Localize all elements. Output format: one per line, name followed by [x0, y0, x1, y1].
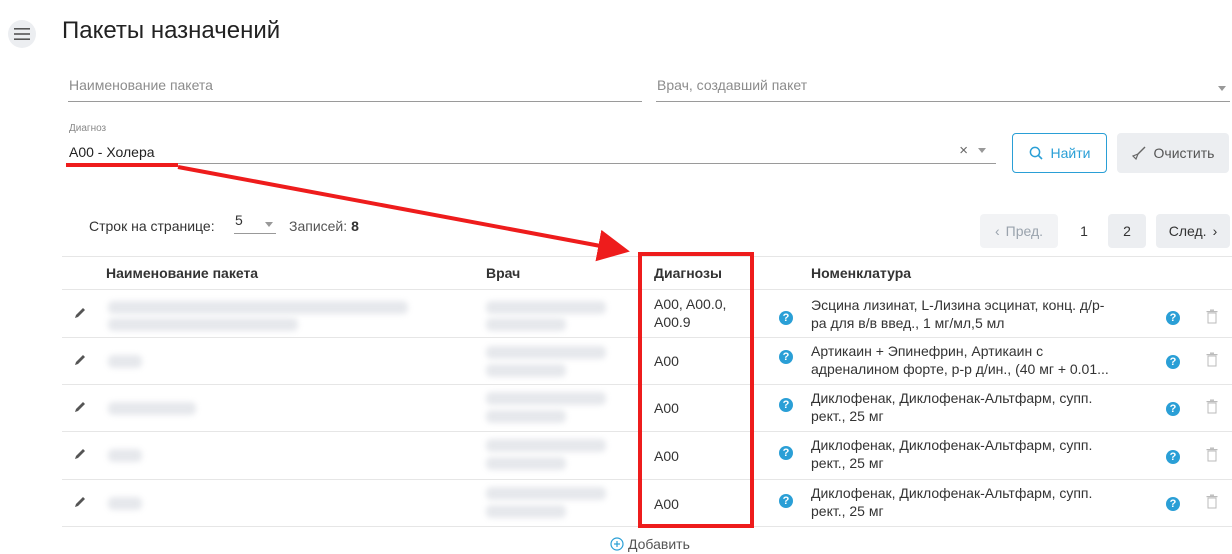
column-header-name: Наименование пакета [106, 265, 259, 281]
trash-icon[interactable] [1206, 399, 1218, 414]
trash-icon[interactable] [1206, 352, 1218, 367]
clear-diagnosis-icon[interactable]: × [959, 142, 968, 159]
records-value: 8 [351, 218, 359, 234]
chevron-down-icon [265, 222, 273, 227]
diagnosis-select[interactable]: Диагноз A00 - Холера × [68, 123, 996, 164]
column-header-nomenclature: Номенклатура [811, 265, 912, 281]
help-icon[interactable]: ? [779, 446, 793, 460]
chevron-down-icon[interactable] [978, 148, 986, 153]
page-title: Пакеты назначений [62, 17, 281, 44]
find-button[interactable]: Найти [1012, 133, 1107, 173]
chevron-right-icon: › [1212, 223, 1218, 239]
help-icon[interactable]: ? [1166, 497, 1180, 511]
row-nomenclature: Эсцина лизинат, L-Лизина эсцинат, конц. … [811, 297, 1105, 331]
find-label: Найти [1050, 145, 1091, 161]
records-count: Записей: 8 [289, 218, 359, 234]
help-icon[interactable]: ? [779, 398, 793, 412]
clear-button[interactable]: Очистить [1117, 133, 1229, 173]
package-name-placeholder: Наименование пакета [69, 77, 213, 93]
trash-icon[interactable] [1206, 309, 1218, 324]
help-icon[interactable]: ? [779, 494, 793, 508]
row-diagnoses: A00 [654, 353, 679, 369]
diagnosis-label: Диагноз [69, 123, 107, 134]
broom-icon [1131, 146, 1146, 160]
row-nomenclature: Артикаин + Эпинефрин, Артикаин с адренал… [811, 343, 1109, 377]
row-diagnoses: A00 [654, 400, 679, 416]
row-nomenclature: Диклофенак, Диклофенак-Альтфарм, супп. р… [811, 437, 1093, 471]
next-label: След. [1168, 223, 1207, 239]
chevron-down-icon[interactable] [1218, 86, 1226, 91]
add-label: Добавить [628, 536, 690, 552]
search-icon [1029, 146, 1043, 160]
row-diagnoses: A00, A00.0, A00.9 [654, 296, 727, 330]
doctor-placeholder: Врач, создавший пакет [657, 77, 808, 93]
pencil-icon[interactable] [74, 306, 87, 319]
rows-per-page-label: Строк на странице: [89, 218, 215, 234]
help-icon[interactable]: ? [1166, 311, 1180, 325]
next-page-button[interactable]: След. › [1156, 214, 1230, 248]
help-icon[interactable]: ? [1166, 402, 1180, 416]
add-button[interactable]: Добавить [610, 536, 690, 552]
doctor-select[interactable]: Врач, создавший пакет [656, 70, 1230, 102]
diagnosis-value: A00 - Холера [69, 144, 155, 160]
help-icon[interactable]: ? [779, 350, 793, 364]
plus-circle-icon [610, 537, 624, 551]
help-icon[interactable]: ? [779, 311, 793, 325]
trash-icon[interactable] [1206, 494, 1218, 509]
chevron-left-icon: ‹ [994, 223, 1000, 239]
help-icon[interactable]: ? [1166, 450, 1180, 464]
column-header-doctor: Врач [486, 265, 521, 281]
trash-icon[interactable] [1206, 447, 1218, 462]
pencil-icon[interactable] [74, 353, 87, 366]
pencil-icon[interactable] [74, 400, 87, 413]
pencil-icon[interactable] [74, 495, 87, 508]
help-icon[interactable]: ? [1166, 355, 1180, 369]
package-name-input[interactable]: Наименование пакета [68, 70, 642, 102]
rows-per-page-value: 5 [235, 212, 243, 228]
records-label: Записей: [289, 218, 348, 234]
clear-label: Очистить [1153, 145, 1215, 161]
pencil-icon[interactable] [74, 447, 87, 460]
row-nomenclature: Диклофенак, Диклофенак-Альтфарм, супп. р… [811, 390, 1093, 424]
menu-button[interactable] [8, 20, 36, 48]
column-header-diagnoses: Диагнозы [654, 265, 722, 281]
page-button-1[interactable]: 1 [1068, 214, 1100, 248]
rows-per-page-select[interactable]: 5 [234, 212, 276, 234]
row-nomenclature: Диклофенак, Диклофенак-Альтфарм, супп. р… [811, 485, 1093, 519]
prev-label: Пред. [1005, 223, 1044, 239]
page-button-2[interactable]: 2 [1108, 214, 1146, 248]
prev-page-button[interactable]: ‹ Пред. [980, 214, 1058, 248]
hamburger-icon [14, 28, 30, 40]
row-diagnoses: A00 [654, 448, 679, 464]
row-diagnoses: A00 [654, 496, 679, 512]
annotation-arrow [177, 165, 630, 262]
